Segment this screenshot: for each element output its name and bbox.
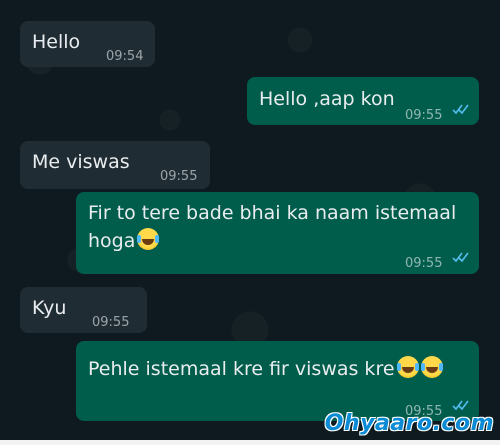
chat-background: Hello 09:54 Hello ,aap kon 09:55 Me visw… — [0, 0, 500, 445]
bottom-divider — [0, 440, 500, 445]
message-text: Hello — [32, 31, 81, 53]
message-text: Kyu — [32, 297, 67, 319]
read-receipt-icon — [452, 252, 469, 263]
laughing-emoji-icon — [420, 356, 443, 378]
incoming-message[interactable]: Hello 09:54 — [20, 21, 155, 67]
watermark-logo: Ohyaaro.com — [324, 411, 494, 436]
message-text: Pehle istemaal kre fir viswas kre — [88, 358, 395, 380]
message-text: hoga — [88, 230, 136, 252]
message-text-line-2: hoga — [88, 228, 160, 255]
laughing-emoji-icon — [137, 228, 160, 250]
message-time: 09:55 — [160, 169, 198, 184]
read-receipt-icon — [452, 104, 469, 115]
message-text-line-1: Fir to tere bade bhai ka naam istemaal — [88, 202, 457, 224]
read-receipt-icon — [452, 400, 469, 411]
incoming-message[interactable]: Me viswas 09:55 — [20, 141, 210, 189]
outgoing-message[interactable]: Fir to tere bade bhai ka naam istemaal h… — [76, 192, 479, 274]
outgoing-message[interactable]: Pehle istemaal kre fir viswas kre 09:55 — [76, 341, 479, 421]
message-line: Pehle istemaal kre fir viswas kre — [88, 356, 443, 383]
message-time: 09:55 — [405, 256, 443, 271]
message-time: 09:55 — [92, 315, 130, 330]
message-text: Hello ,aap kon — [259, 88, 395, 110]
outgoing-message[interactable]: Hello ,aap kon 09:55 — [247, 77, 479, 125]
message-time: 09:54 — [106, 49, 144, 64]
laughing-emoji-icon — [396, 356, 419, 378]
incoming-message[interactable]: Kyu 09:55 — [20, 287, 147, 333]
message-text: Me viswas — [32, 151, 130, 173]
message-time: 09:55 — [405, 108, 443, 123]
